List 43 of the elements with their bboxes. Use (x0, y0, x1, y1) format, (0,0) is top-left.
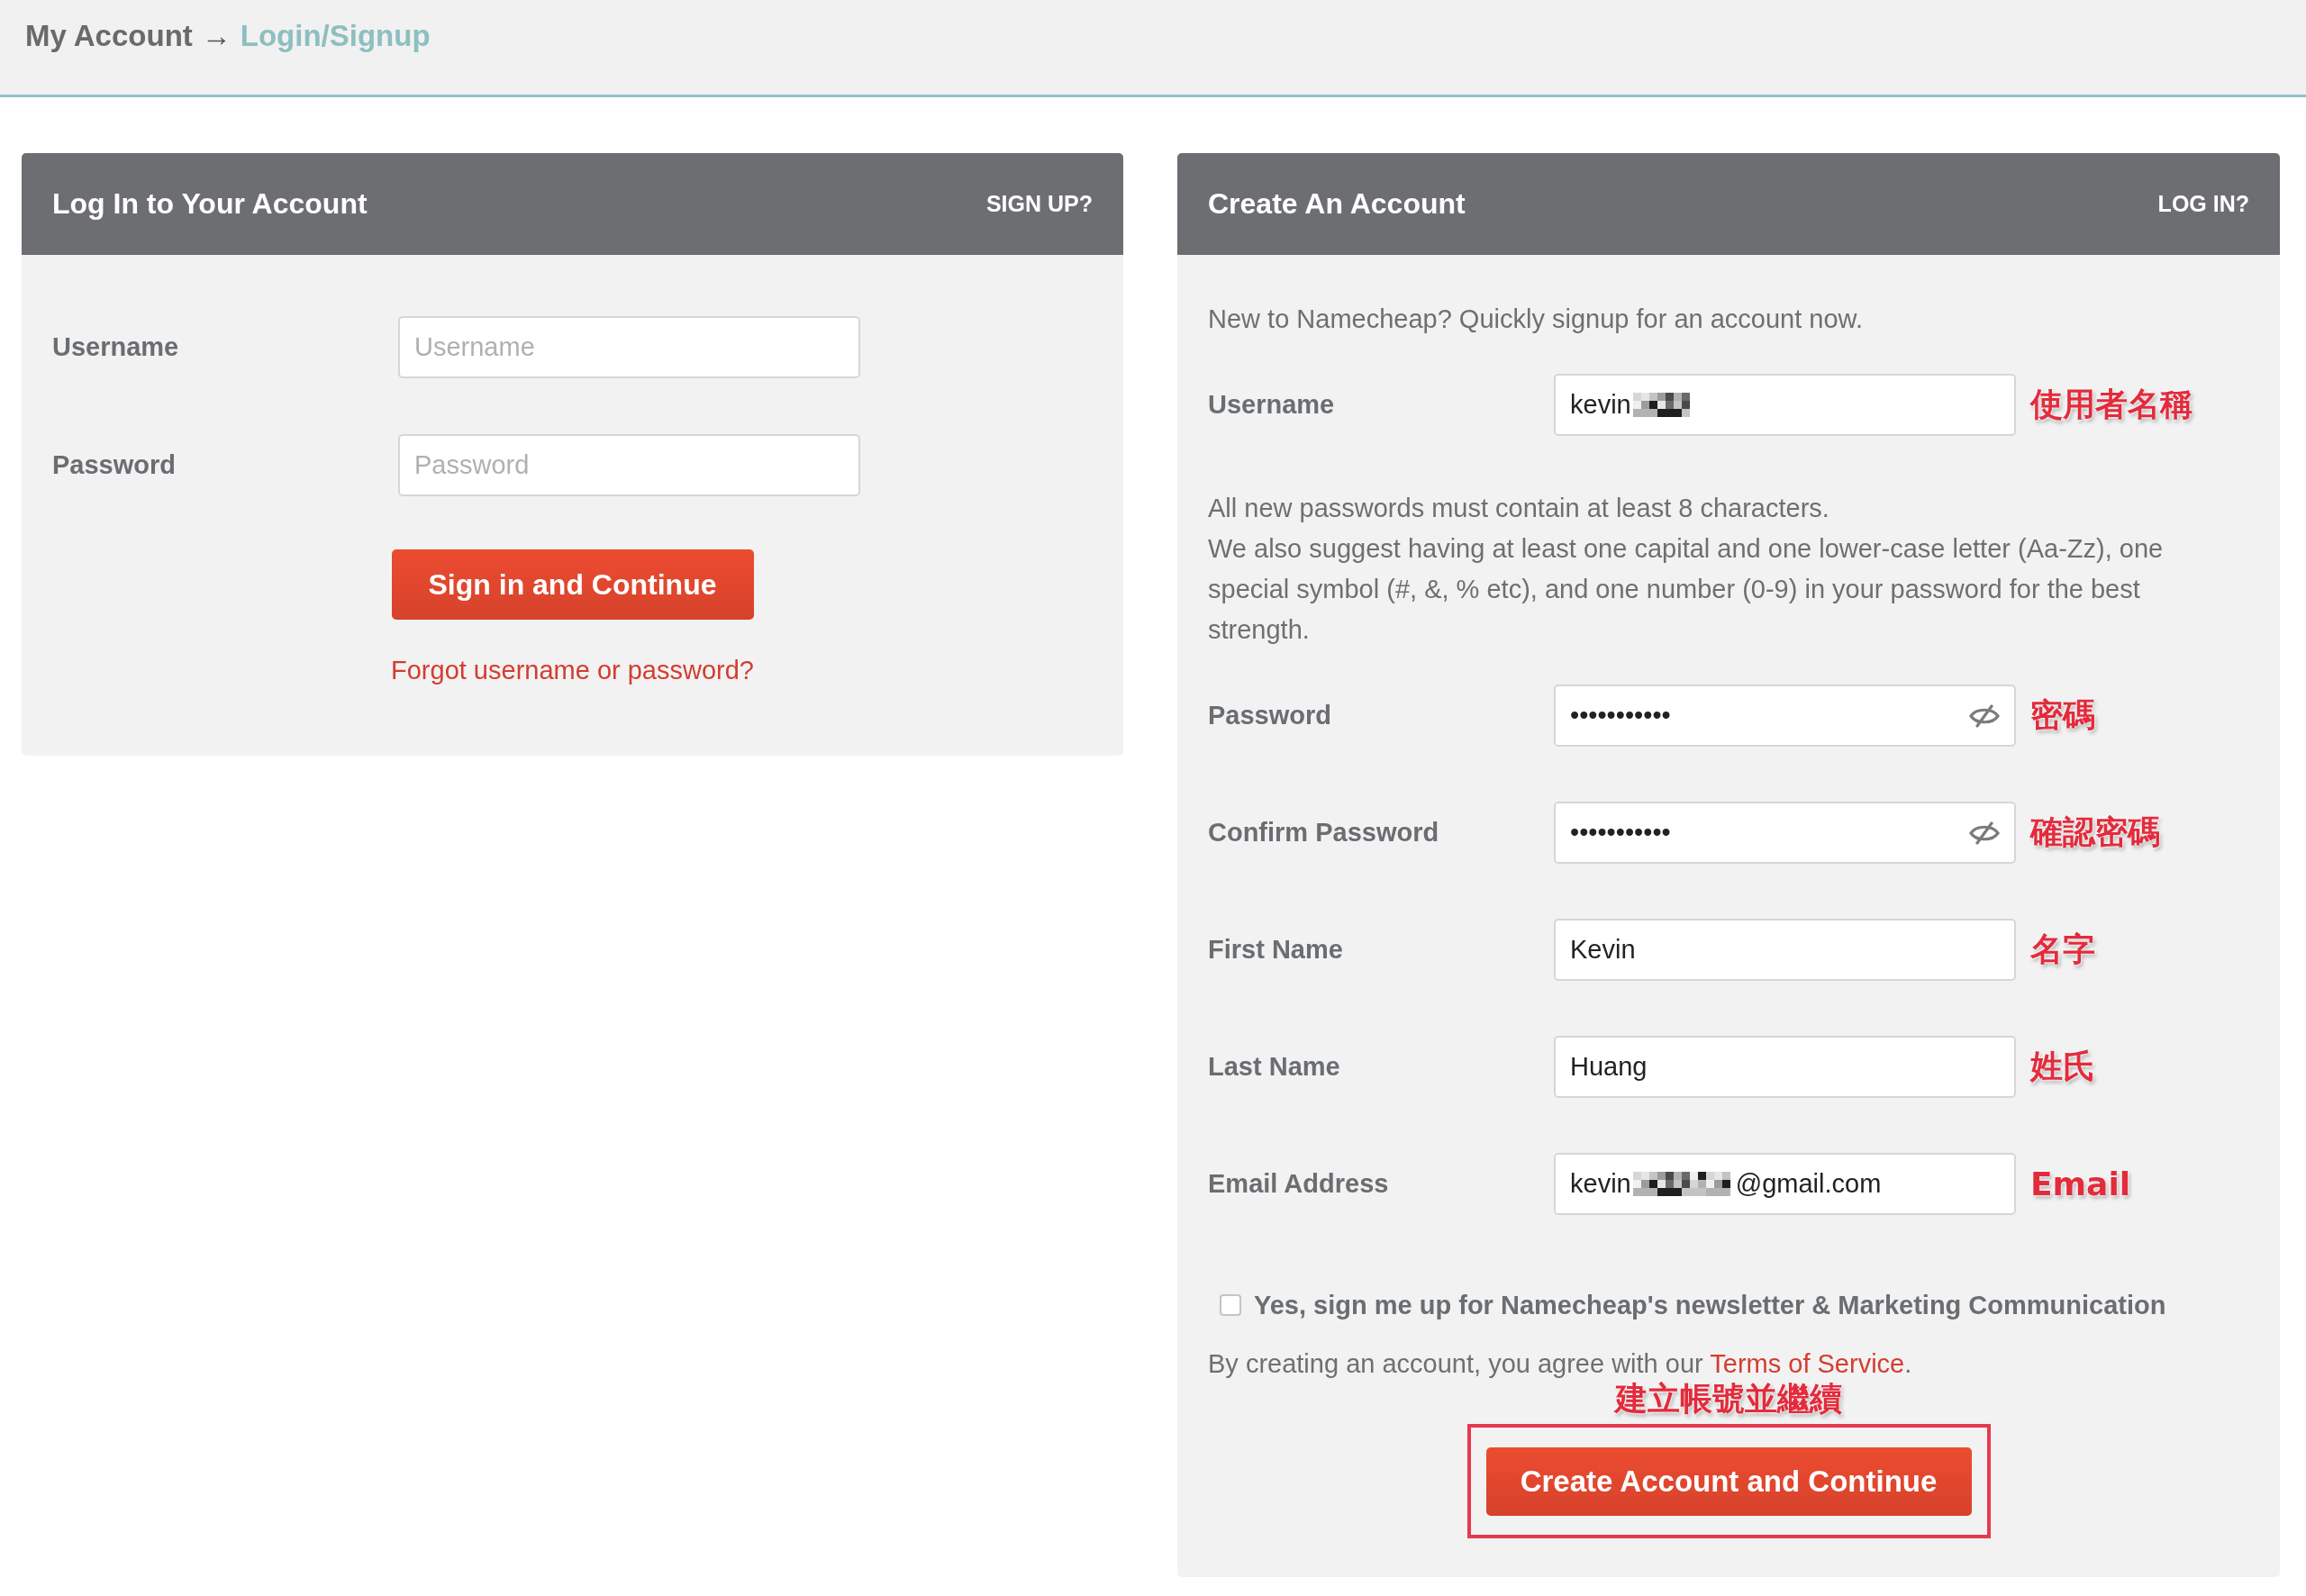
eye-slash-icon[interactable] (1969, 703, 2000, 728)
pixel-mosaic-icon (1632, 1172, 1730, 1196)
forgot-password-link[interactable]: Forgot username or password? (391, 656, 754, 685)
input-field[interactable]: Huang (1554, 1036, 2016, 1098)
pixel-mosaic-icon (1632, 393, 1690, 417)
annotation-label: Email (2030, 1165, 2132, 1202)
annotation-label: 確認密碼 (2030, 812, 2161, 852)
field-label: Email Address (1208, 1169, 1390, 1199)
checkbox-label: Yes, sign me up for Namecheap's newsletter & Marketing Communication (1254, 1290, 2166, 1321)
field-label: Password (1208, 701, 1332, 730)
eye-slash-icon[interactable] (1969, 821, 2000, 845)
create-account-button[interactable]: Create Account and Continue (1485, 1446, 1972, 1516)
sign-in-button[interactable]: Sign in and Continue (391, 549, 754, 620)
field-label: Username (52, 332, 180, 362)
input-field[interactable]: Password (398, 434, 860, 496)
field-label: Last Name (1208, 1052, 1341, 1082)
field-label: Username (1208, 390, 1336, 420)
annotation-label: 密碼 (2030, 695, 2096, 735)
terms-text: By creating an account, you agree with our Terms of Service. (1208, 1348, 1913, 1380)
breadcrumb-link[interactable]: My Account (25, 18, 193, 54)
field-label: Password (52, 450, 177, 480)
annotation-label: 使用者名稱 (2030, 385, 2193, 424)
newsletter-checkbox[interactable] (1220, 1294, 1241, 1316)
field-label: First Name (1208, 935, 1344, 965)
info-text: We also suggest having at least one capital and one lower-case letter (Aa-Zz), one special symbol (#, &, % etc), and one number (0-9) in your password for the best strength. (1208, 533, 2165, 646)
input-field[interactable]: Kevin (1554, 919, 2016, 981)
input-field[interactable]: kevin @gmail.com (1554, 1153, 2016, 1215)
log-in-link[interactable]: LOG IN? (2157, 191, 2249, 217)
breadcrumb-arrow: → (201, 18, 232, 54)
input-field[interactable]: kevin (1554, 374, 2016, 436)
sign-up-link[interactable]: SIGN UP? (985, 191, 1093, 217)
panel-title: Create An Account (1208, 187, 1466, 221)
info-text: New to Namecheap? Quickly signup for an account now. (1208, 304, 1864, 335)
terms-link[interactable]: Terms of Service (1710, 1349, 1905, 1378)
input-field[interactable]: ••••••••••• (1554, 802, 2016, 864)
info-text: All new passwords must contain at least 8 characters. (1208, 493, 1830, 524)
annotation-label: 名字 (2030, 929, 2096, 969)
field-label: Confirm Password (1208, 818, 1440, 848)
input-field[interactable]: Username (398, 316, 860, 378)
annotation-label: 姓氏 (2030, 1047, 2096, 1086)
annotation-label: 建立帳號並繼續 (1615, 1380, 1842, 1418)
input-field[interactable]: ••••••••••• (1554, 685, 2016, 747)
panel-title: Log In to Your Account (52, 187, 368, 221)
